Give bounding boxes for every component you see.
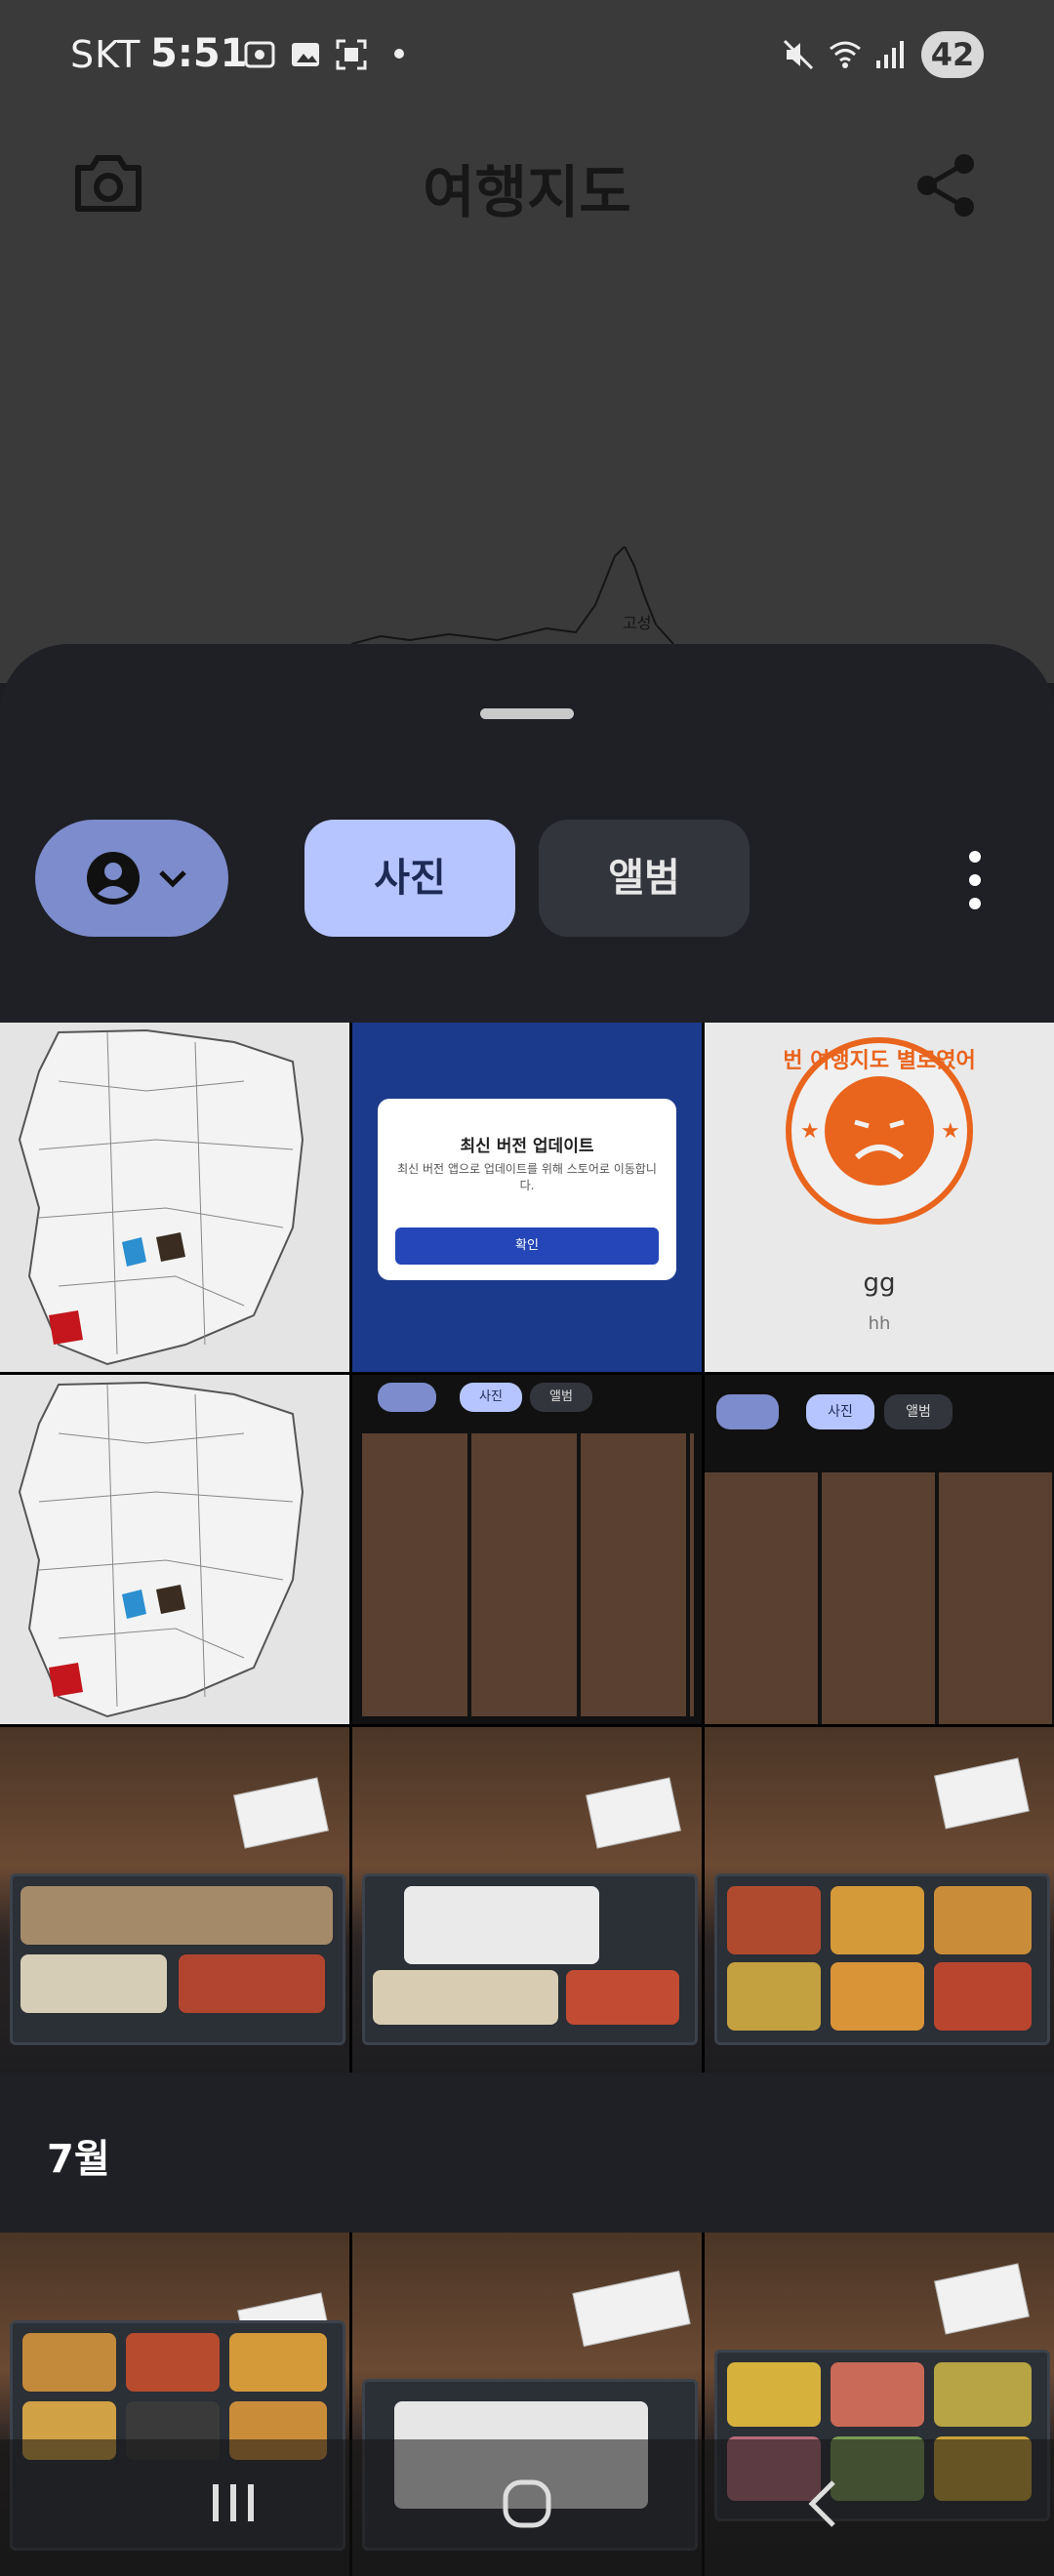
tab-albums[interactable]: 앨범	[539, 820, 750, 937]
app-bar: 여행지도	[0, 137, 1054, 234]
korea-map-image	[18, 1381, 304, 1718]
photo-thumbnail[interactable]	[352, 1727, 702, 2073]
svg-text:★: ★	[800, 1119, 820, 1144]
screenshot-icon	[244, 41, 275, 68]
photo-thumbnail[interactable]: 최신 버전 업데이트 최신 버전 앱으로 업데이트를 위해 스토어로 이동합니다…	[352, 1023, 702, 1372]
grid-divider	[349, 1023, 352, 2073]
sad-face-stamp-icon: ★ ★ 이번 여행지도 별로였어요	[785, 1037, 974, 1225]
mini-tab-album: 앨범	[884, 1394, 953, 1429]
sheet-drag-handle[interactable]	[480, 708, 574, 719]
page-title: 여행지도	[423, 159, 631, 225]
map-region-label: 고성	[623, 614, 651, 632]
wifi-icon	[830, 41, 861, 68]
photo-thumbnail[interactable]	[0, 1727, 349, 2073]
battery-level: 42	[921, 31, 984, 78]
photo-thumbnail[interactable]: ★ ★ 이번 여행지도 별로였어요 gg hh	[705, 1023, 1054, 1372]
label-card	[586, 1777, 681, 1849]
notification-dot-icon	[394, 49, 404, 59]
grid-divider	[0, 1372, 1054, 1375]
share-icon[interactable]	[912, 150, 980, 219]
mute-icon	[783, 39, 814, 70]
mini-food-grid	[705, 1472, 1054, 1724]
mini-user-chip	[716, 1394, 779, 1429]
stamp-caption: gg	[863, 1268, 896, 1298]
tab-photos[interactable]: 사진	[304, 820, 515, 937]
mini-user-chip	[378, 1383, 436, 1412]
label-card	[934, 1757, 1030, 1830]
label-card	[934, 2263, 1030, 2335]
korea-map-image	[18, 1028, 304, 1366]
svg-text:★: ★	[941, 1119, 960, 1144]
stamp-ring-text: 이번 여행지도 별로였어요	[785, 1049, 974, 1073]
section-month-header: 7월	[47, 2137, 110, 2182]
mini-tab-photo: 사진	[460, 1383, 522, 1412]
update-dialog-title: 최신 버전 업데이트	[460, 1137, 594, 1156]
gift-box	[10, 1873, 345, 2045]
photo-thumbnail[interactable]: 사진 앨범	[705, 1375, 1054, 1724]
home-icon[interactable]	[502, 2478, 552, 2529]
back-icon[interactable]	[800, 2478, 845, 2529]
photo-thumbnail[interactable]: 사진 앨범	[352, 1375, 702, 1724]
mini-food-grid	[362, 1433, 694, 1716]
map-screen-scrim[interactable]: SKT 5:51 42 여행지도 고성	[0, 0, 1054, 683]
photo-thumbnail[interactable]	[0, 1023, 349, 1372]
photo-thumbnail[interactable]	[0, 1375, 349, 1724]
gift-box	[362, 1873, 698, 2045]
carrier-label: SKT	[70, 33, 142, 76]
user-filter-chip[interactable]	[35, 820, 228, 937]
update-dialog-body: 최신 버전 앱으로 업데이트를 위해 스토어로 이동합니다.	[397, 1162, 657, 1192]
more-vert-icon[interactable]	[954, 851, 993, 909]
stamp-subcaption: hh	[868, 1313, 891, 1334]
screen-capture-icon	[336, 39, 367, 70]
label-card	[572, 2270, 691, 2348]
status-bar: SKT 5:51 42	[0, 0, 1054, 115]
recents-icon[interactable]	[207, 2478, 260, 2527]
photo-thumbnail[interactable]	[705, 1727, 1054, 2073]
mini-tab-album: 앨범	[530, 1383, 592, 1412]
clock: 5:51	[150, 31, 248, 76]
mini-tab-photo: 사진	[806, 1394, 874, 1429]
grid-divider	[702, 1023, 705, 2073]
account-circle-icon	[87, 852, 140, 905]
label-card	[233, 1777, 329, 1849]
chevron-down-icon	[159, 870, 186, 888]
update-dialog-confirm: 확인	[395, 1228, 659, 1265]
signal-icon	[876, 41, 904, 68]
update-dialog-image: 최신 버전 업데이트 최신 버전 앱으로 업데이트를 위해 스토어로 이동합니다…	[378, 1099, 676, 1280]
gallery-edit-icon	[292, 43, 319, 66]
gift-box	[714, 1873, 1050, 2045]
grid-divider	[0, 1724, 1054, 1727]
system-nav-bar	[0, 2439, 1054, 2576]
